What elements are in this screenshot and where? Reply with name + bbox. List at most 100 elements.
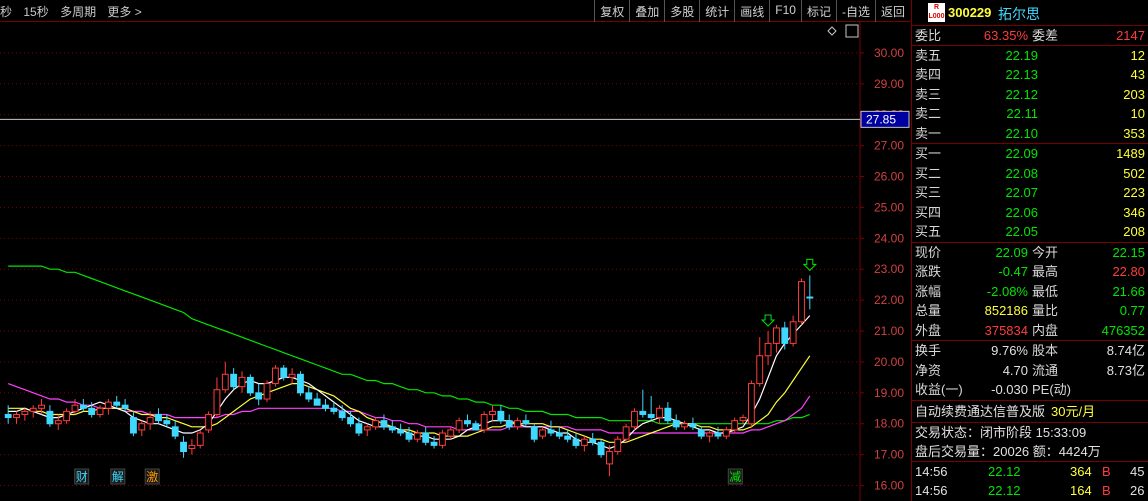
candle-body[interactable]	[271, 367, 279, 385]
candle-body[interactable]	[422, 432, 430, 443]
candle-body[interactable]	[689, 423, 697, 428]
period-more[interactable]: 更多 >	[107, 5, 141, 19]
candle-body[interactable]	[664, 407, 672, 422]
candle-body[interactable]	[104, 401, 112, 409]
candle-body[interactable]	[205, 413, 213, 431]
kline-chart[interactable]: 30.0029.0028.0027.0026.0025.0024.0023.00…	[0, 22, 910, 501]
candle-body[interactable]	[773, 327, 780, 344]
period-seconds[interactable]: 秒	[0, 5, 12, 19]
candle-body[interactable]	[622, 426, 630, 440]
candle-body[interactable]	[163, 420, 171, 425]
remove-watchlist-button[interactable]: -自选	[835, 0, 875, 22]
candle-body[interactable]	[213, 389, 221, 415]
candle-body[interactable]	[697, 429, 705, 437]
candle-body[interactable]	[756, 355, 764, 385]
candle-body[interactable]	[605, 451, 613, 465]
candle-body[interactable]	[430, 441, 438, 446]
candle-body[interactable]	[722, 429, 730, 437]
candle-body[interactable]	[455, 420, 463, 431]
candle-body[interactable]	[196, 432, 204, 446]
candle-body[interactable]	[480, 413, 488, 431]
candle-body[interactable]	[121, 404, 129, 409]
candle-body[interactable]	[297, 373, 304, 394]
candle-body[interactable]	[155, 413, 162, 422]
candle-body[interactable]	[530, 426, 538, 440]
candle-body[interactable]	[564, 435, 572, 440]
stats-button[interactable]: 统计	[699, 0, 734, 22]
candle-body[interactable]	[706, 432, 714, 437]
candle-body[interactable]	[46, 410, 54, 425]
arrow-marker-icon[interactable]	[760, 314, 776, 327]
candle-body[interactable]	[413, 432, 421, 440]
candle-body[interactable]	[388, 426, 396, 431]
candle-body[interactable]	[572, 438, 580, 446]
f10-button[interactable]: F10	[769, 0, 801, 22]
event-label[interactable]: 财	[76, 470, 88, 484]
diamond-icon[interactable]	[827, 26, 837, 36]
multi-stock-button[interactable]: 多股	[664, 0, 699, 22]
candle-body[interactable]	[672, 420, 680, 428]
candle-body[interactable]	[798, 281, 805, 323]
candle-body[interactable]	[472, 423, 480, 431]
candle-body[interactable]	[363, 426, 371, 431]
candle-body[interactable]	[731, 420, 739, 431]
period-15s[interactable]: 15秒	[23, 5, 48, 19]
candle-body[interactable]	[130, 417, 137, 434]
candle-body[interactable]	[781, 327, 789, 344]
candle-body[interactable]	[246, 376, 254, 394]
candle-body[interactable]	[514, 420, 521, 428]
candle-body[interactable]	[330, 407, 338, 412]
candle-body[interactable]	[789, 321, 797, 344]
candle-body[interactable]	[714, 432, 722, 437]
candle-body[interactable]	[280, 367, 288, 378]
candle-body[interactable]	[522, 420, 530, 425]
candle-body[interactable]	[171, 426, 179, 437]
candle-body[interactable]	[539, 429, 547, 437]
candle-body[interactable]	[255, 392, 263, 400]
back-button[interactable]: 返回	[874, 0, 910, 22]
candle-body[interactable]	[88, 407, 96, 415]
stock-name[interactable]: 拓尔思	[998, 4, 1040, 24]
mark-button[interactable]: 标记	[800, 0, 836, 22]
candle-body[interactable]	[639, 410, 647, 415]
candle-body[interactable]	[4, 413, 12, 419]
candle-body[interactable]	[438, 432, 446, 446]
event-label[interactable]: 减	[729, 470, 741, 484]
candle-body[interactable]	[489, 410, 496, 415]
event-label[interactable]: 解	[112, 470, 124, 484]
candle-body[interactable]	[681, 423, 688, 428]
candle-body[interactable]	[355, 423, 363, 434]
candle-body[interactable]	[13, 413, 20, 419]
candle-body[interactable]	[54, 420, 62, 425]
candle-body[interactable]	[221, 373, 229, 391]
candle-body[interactable]	[138, 423, 146, 431]
candle-body[interactable]	[347, 417, 354, 425]
candle-body[interactable]	[764, 342, 772, 357]
candle-body[interactable]	[505, 420, 513, 428]
candle-body[interactable]	[180, 441, 187, 453]
candle-body[interactable]	[96, 407, 104, 415]
candle-body[interactable]	[380, 420, 388, 428]
candle-body[interactable]	[647, 413, 655, 419]
candle-body[interactable]	[29, 407, 37, 412]
candle-body[interactable]	[497, 410, 505, 422]
candle-body[interactable]	[555, 432, 563, 437]
candle-body[interactable]	[589, 438, 597, 443]
kline-svg[interactable]: 30.0029.0028.0027.0026.0025.0024.0023.00…	[0, 22, 910, 501]
candle-body[interactable]	[397, 429, 405, 434]
candle-body[interactable]	[71, 404, 79, 412]
candle-body[interactable]	[656, 407, 663, 419]
candle-body[interactable]	[631, 410, 638, 428]
candle-body[interactable]	[322, 404, 329, 409]
period-multi[interactable]: 多周期	[60, 5, 96, 19]
candle-body[interactable]	[263, 383, 271, 400]
event-label[interactable]: 激	[146, 470, 158, 484]
candle-body[interactable]	[63, 410, 71, 422]
candle-body[interactable]	[372, 420, 380, 428]
candle-body[interactable]	[580, 438, 588, 446]
candle-body[interactable]	[188, 444, 196, 449]
candle-body[interactable]	[614, 438, 622, 453]
candle-body[interactable]	[288, 373, 296, 378]
overlay-button[interactable]: 叠加	[629, 0, 664, 22]
candle-body[interactable]	[305, 392, 313, 400]
